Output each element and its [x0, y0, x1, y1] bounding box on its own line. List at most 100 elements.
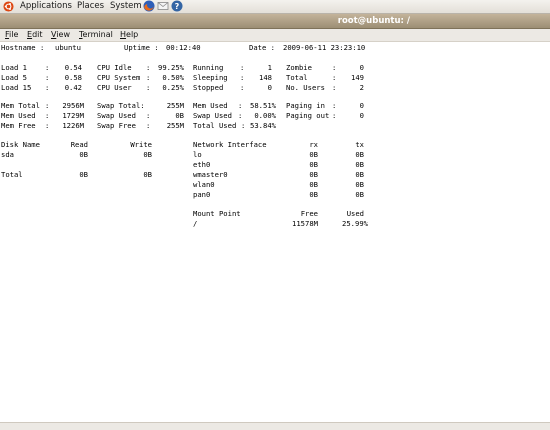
- date-label: Date :: [249, 43, 275, 52]
- mem-sep: :: [45, 111, 50, 120]
- menu-applications[interactable]: Applications: [20, 0, 72, 13]
- net-row-rx: 0B: [309, 190, 318, 199]
- load-value: 0.58: [64, 73, 82, 82]
- net-row-iface: eth0: [193, 160, 211, 169]
- net-row-rx: 0B: [309, 150, 318, 159]
- process-total-value: 149: [351, 73, 364, 82]
- menu-places[interactable]: Places: [77, 0, 104, 13]
- menu-view[interactable]: View: [51, 29, 70, 41]
- process-label: Sleeping: [193, 73, 228, 82]
- cpu-label: CPU System: [97, 73, 141, 82]
- net-row-rx: 0B: [309, 160, 318, 169]
- swap-value: 255M: [166, 101, 184, 110]
- date-value: 2009-06-11 23:23:10: [283, 43, 366, 52]
- load-label: Load 15: [1, 83, 32, 92]
- paging-value: 0: [359, 111, 364, 120]
- usage-label: Mem Used: [193, 101, 228, 110]
- net-row-rx: 0B: [309, 170, 318, 179]
- usage-label: Total Used: [193, 121, 237, 130]
- mem-value: 2956M: [62, 101, 84, 110]
- mount-row-point: /: [193, 219, 198, 228]
- window-title: root@ubuntu: /: [337, 16, 410, 26]
- process-value: 148: [259, 73, 272, 82]
- load-sep: :: [45, 63, 50, 72]
- net-row-iface: wmaster0: [193, 170, 228, 179]
- uptime-value: 00:12:40: [166, 43, 201, 52]
- top-panel: Applications Places System ?: [0, 0, 550, 14]
- mem-sep: :: [45, 101, 50, 110]
- process-total-sep: :: [332, 73, 337, 82]
- process-total-label: Zombie: [286, 63, 312, 72]
- menu-terminal[interactable]: Terminal: [79, 29, 113, 41]
- mem-sep: :: [45, 121, 50, 130]
- usage-value: 58.51%: [250, 101, 276, 110]
- swap-value: 0B: [175, 111, 184, 120]
- uptime-label: Uptime :: [124, 43, 159, 52]
- mem-value: 1226M: [62, 121, 84, 130]
- usage-sep: :: [238, 101, 243, 110]
- mail-icon[interactable]: [157, 0, 169, 12]
- process-label: Stopped: [193, 83, 224, 92]
- net-row-tx: 0B: [355, 170, 364, 179]
- ubuntu-logo-icon[interactable]: [3, 1, 14, 12]
- net-row-iface: wlan0: [193, 180, 215, 189]
- mount-row-free: 11578M: [292, 219, 318, 228]
- net-row-tx: 0B: [355, 150, 364, 159]
- swap-label: Swap Total:: [97, 101, 145, 110]
- process-total-value: 2: [359, 83, 364, 92]
- disk-total-read: 0B: [79, 170, 88, 179]
- disk-total-name: Total: [1, 170, 23, 179]
- process-total-sep: :: [332, 63, 337, 72]
- mem-label: Mem Used: [1, 111, 36, 120]
- process-value: 0: [267, 83, 272, 92]
- paging-label: Paging in: [286, 101, 325, 110]
- usage-value: 0.00%: [254, 111, 276, 120]
- mount-header-point: Mount Point: [193, 209, 241, 218]
- cpu-label: CPU Idle: [97, 63, 132, 72]
- menu-edit[interactable]: Edit: [27, 29, 43, 41]
- mem-label: Mem Total: [1, 101, 40, 110]
- menu-help[interactable]: Help: [120, 29, 138, 41]
- paging-sep: :: [332, 111, 337, 120]
- load-value: 0.54: [64, 63, 82, 72]
- disk-header-write: Write: [130, 140, 152, 149]
- load-sep: :: [45, 73, 50, 82]
- usage-label: Swap Used: [193, 111, 232, 120]
- process-sep: :: [240, 83, 245, 92]
- process-total-value: 0: [359, 63, 364, 72]
- disk-row-write: 0B: [143, 150, 152, 159]
- mem-value: 1729M: [62, 111, 84, 120]
- cpu-value: 0.50%: [162, 73, 184, 82]
- net-header-tx: tx: [355, 140, 364, 149]
- paging-sep: :: [332, 101, 337, 110]
- paging-value: 0: [359, 101, 364, 110]
- menu-file[interactable]: File: [5, 29, 18, 41]
- disk-total-write: 0B: [143, 170, 152, 179]
- window-menubar: File Edit View Terminal Help: [0, 29, 550, 42]
- firefox-icon[interactable]: [143, 0, 155, 12]
- swap-value: 255M: [166, 121, 184, 130]
- usage-sep: :: [238, 111, 243, 120]
- disk-row-name: sda: [1, 150, 14, 159]
- mount-header-free: Free: [300, 209, 318, 218]
- window-titlebar[interactable]: root@ubuntu: /: [0, 14, 550, 29]
- load-label: Load 1: [1, 63, 27, 72]
- process-total-sep: :: [332, 83, 337, 92]
- terminal-output[interactable]: Hostname : ubuntu Uptime : 00:12:40 Date…: [0, 42, 550, 422]
- menu-system[interactable]: System: [110, 0, 142, 13]
- load-value: 0.42: [64, 83, 82, 92]
- mem-label: Mem Free: [1, 121, 36, 130]
- disk-header-read: Read: [70, 140, 88, 149]
- mount-row-used: 25.99%: [342, 219, 368, 228]
- net-row-iface: pan0: [193, 190, 211, 199]
- help-icon[interactable]: ?: [171, 0, 183, 12]
- process-label: Running: [193, 63, 224, 72]
- process-sep: :: [240, 73, 245, 82]
- cpu-label: CPU User: [97, 83, 132, 92]
- cpu-value: 0.25%: [162, 83, 184, 92]
- net-row-tx: 0B: [355, 160, 364, 169]
- mount-header-used: Used: [346, 209, 364, 218]
- net-header-iface: Network Interface: [193, 140, 267, 149]
- swap-label: Swap Used: [97, 111, 136, 120]
- net-header-rx: rx: [309, 140, 318, 149]
